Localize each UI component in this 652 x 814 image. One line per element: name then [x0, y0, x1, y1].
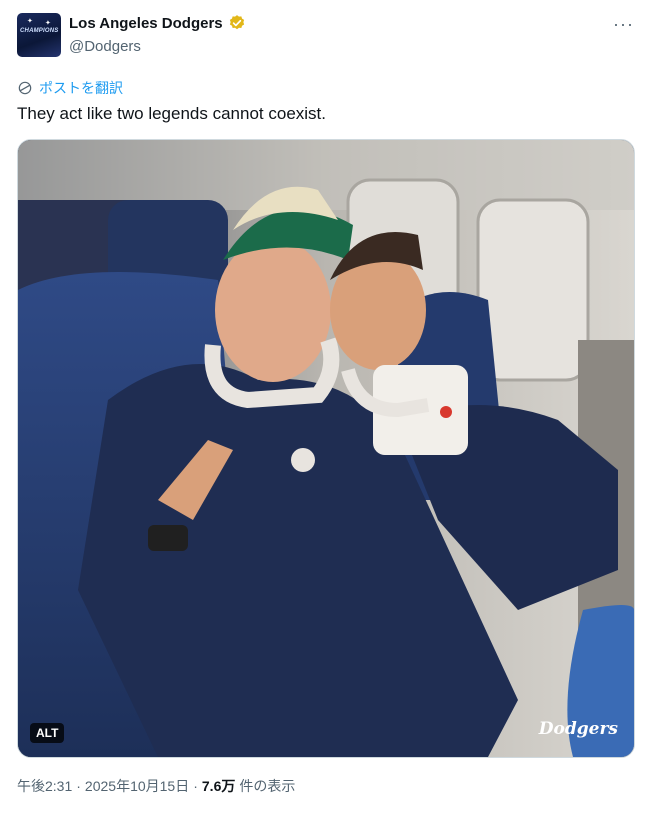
sparkle-icon: ✦: [45, 20, 51, 27]
sparkle-icon: ✦: [27, 18, 33, 25]
views-label: 件の表示: [239, 778, 296, 794]
watch: [148, 525, 188, 551]
author-name-row[interactable]: Los Angeles Dodgers: [69, 14, 246, 32]
shirt-logo: [440, 406, 452, 418]
post-meta: 午後2:31 · 2025年10月15日 · 7.6万 件の表示: [17, 776, 295, 796]
champions-logo: CHAMPIONS: [20, 28, 59, 34]
window: [476, 198, 590, 382]
author-handle[interactable]: @Dodgers: [69, 38, 141, 55]
views-count: 7.6万: [201, 778, 236, 794]
meta-separator: ·: [76, 778, 81, 794]
post-image[interactable]: ALT Dodgers: [17, 139, 635, 758]
post-date-link[interactable]: 2025年10月15日: [85, 776, 189, 796]
alt-text-badge[interactable]: ALT: [30, 723, 65, 743]
person-left-face: [215, 238, 331, 382]
dodgers-watermark: Dodgers: [538, 719, 618, 739]
post-text: They act like two legends cannot coexist…: [17, 104, 326, 123]
translate-label[interactable]: ポストを翻訳: [39, 78, 123, 98]
verified-badge-icon: [229, 15, 244, 30]
meta-separator: ·: [193, 778, 198, 794]
globe-icon: [18, 81, 32, 95]
post-time-link[interactable]: 午後2:31: [17, 776, 72, 796]
author-avatar[interactable]: ✦ ✦ CHAMPIONS: [17, 13, 61, 57]
translate-post-link[interactable]: ポストを翻訳: [17, 78, 123, 98]
logo-patch: [291, 448, 315, 472]
display-name[interactable]: Los Angeles Dodgers: [69, 15, 223, 32]
more-options-icon[interactable]: ···: [613, 14, 634, 35]
photo-illustration: [18, 140, 634, 757]
